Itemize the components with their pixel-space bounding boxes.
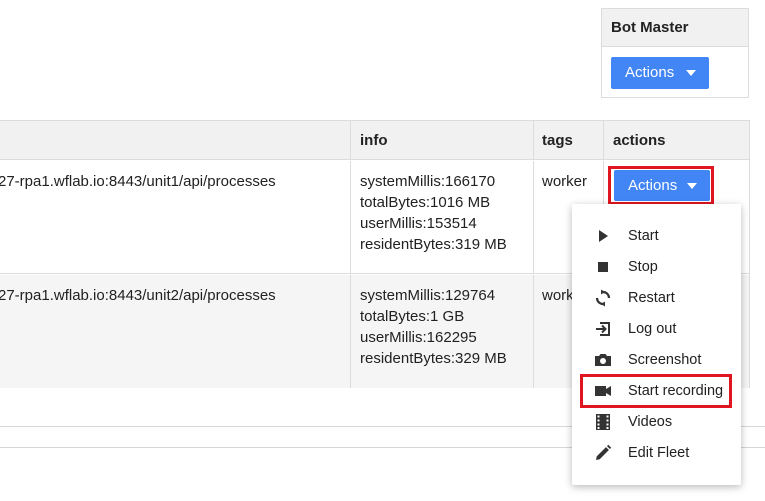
info-line: residentBytes:329 MB <box>360 350 507 367</box>
info-line: systemMillis:129764 <box>360 287 496 304</box>
column-divider <box>533 121 534 159</box>
bot-master-actions-button[interactable]: Actions <box>611 57 709 89</box>
row-tags: work <box>542 287 574 304</box>
row-url: 27-rpa1.wflab.io:8443/unit1/api/processe… <box>0 173 276 190</box>
row-url: 27-rpa1.wflab.io:8443/unit2/api/processe… <box>0 287 276 304</box>
menu-item-label: Start <box>628 228 659 244</box>
menu-item-videos[interactable]: Videos <box>572 407 741 438</box>
menu-item-logout[interactable]: Log out <box>572 314 741 345</box>
menu-item-restart[interactable]: Restart <box>572 283 741 314</box>
column-divider <box>533 275 534 388</box>
highlight-start-recording <box>580 374 732 408</box>
table-header: info tags actions <box>0 121 749 160</box>
menu-item-screenshot[interactable]: Screenshot <box>572 345 741 376</box>
actions-dropdown-menu: Start Stop Restart Log out Screenshot St… <box>572 204 741 485</box>
column-divider <box>350 275 351 388</box>
caret-down-icon <box>687 183 697 189</box>
menu-item-stop[interactable]: Stop <box>572 252 741 283</box>
menu-item-label: Screenshot <box>628 352 702 368</box>
menu-item-label: Log out <box>628 321 677 337</box>
bot-master-title: Bot Master <box>602 9 748 47</box>
menu-item-label: Restart <box>628 290 675 306</box>
info-line: userMillis:162295 <box>360 329 477 346</box>
row-actions-button[interactable]: Actions <box>614 170 710 201</box>
column-divider <box>350 161 351 273</box>
caret-down-icon <box>686 70 696 76</box>
stop-icon <box>598 262 608 272</box>
menu-item-edit-fleet[interactable]: Edit Fleet <box>572 438 741 469</box>
play-icon <box>599 230 608 242</box>
pencil-icon <box>596 444 612 460</box>
row-info: systemMillis:166170 totalBytes:1016 MB u… <box>360 171 507 255</box>
header-actions: actions <box>613 132 666 149</box>
column-divider <box>603 121 604 159</box>
menu-item-label: Videos <box>628 414 673 430</box>
info-line: userMillis:153514 <box>360 215 477 232</box>
info-line: totalBytes:1 GB <box>360 308 465 325</box>
camera-icon <box>595 354 611 366</box>
menu-item-label: Stop <box>628 259 658 275</box>
logout-icon <box>596 322 610 336</box>
bot-master-panel: Bot Master Actions <box>601 8 749 98</box>
info-line: totalBytes:1016 MB <box>360 194 491 211</box>
actions-button-label: Actions <box>625 64 675 81</box>
menu-item-start[interactable]: Start <box>572 221 741 252</box>
info-line: systemMillis:166170 <box>360 173 496 190</box>
column-divider <box>350 121 351 159</box>
actions-button-label: Actions <box>628 177 678 194</box>
info-line: residentBytes:319 MB <box>360 236 507 253</box>
menu-item-label: Edit Fleet <box>628 445 690 461</box>
row-info: systemMillis:129764 totalBytes:1 GB user… <box>360 285 507 369</box>
film-icon <box>596 414 610 430</box>
row-tags: worker <box>542 173 588 190</box>
restart-icon <box>595 289 611 307</box>
column-divider <box>533 161 534 273</box>
header-info: info <box>360 132 388 149</box>
header-tags: tags <box>542 132 573 149</box>
